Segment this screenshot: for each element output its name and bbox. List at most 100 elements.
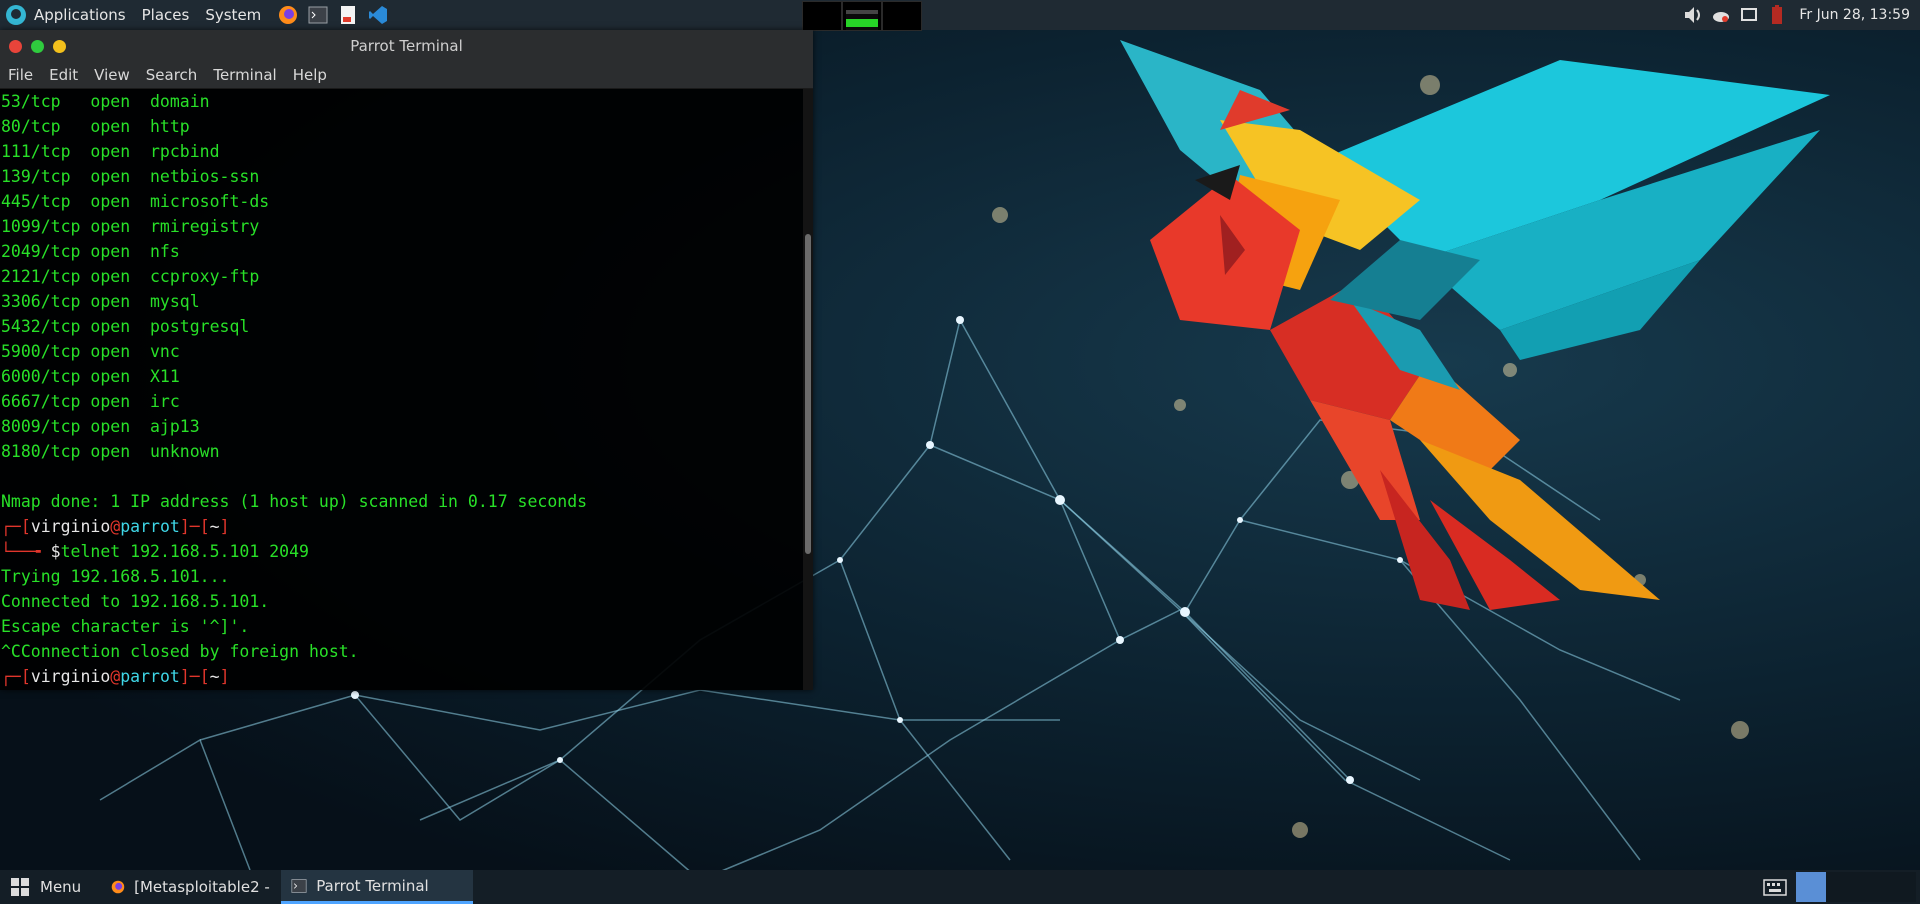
start-menu-button[interactable]: Menu bbox=[0, 870, 91, 904]
terminal-icon bbox=[308, 6, 328, 24]
vscode-launcher[interactable] bbox=[367, 4, 389, 26]
menu-edit[interactable]: Edit bbox=[41, 66, 86, 84]
text-editor-icon bbox=[341, 6, 356, 24]
window-title: Parrot Terminal bbox=[350, 37, 463, 55]
top-panel: Applications Places System Fr Jun 28, 13… bbox=[0, 0, 1920, 31]
prompt-user: virginio bbox=[30, 667, 111, 686]
port-state: open bbox=[90, 417, 131, 436]
menu-view[interactable]: View bbox=[86, 66, 138, 84]
terminal-window: Parrot Terminal File Edit View Search Te… bbox=[0, 30, 813, 690]
menu-file[interactable]: File bbox=[0, 66, 41, 84]
task-firefox[interactable]: [Metasploitable2 - Lin... bbox=[101, 870, 281, 904]
clock[interactable]: Fr Jun 28, 13:59 bbox=[1791, 7, 1920, 23]
terminal-output[interactable]: 53/tcp open domain 80/tcp open http 111/tcp ope… bbox=[0, 89, 803, 690]
text-editor-launcher[interactable] bbox=[337, 4, 359, 26]
terminal-icon bbox=[291, 878, 307, 893]
prompt-close: ] bbox=[219, 517, 230, 536]
workspace-pager-1[interactable] bbox=[1796, 872, 1826, 902]
port-number: 6000/tcp bbox=[1, 367, 81, 386]
port-service: vnc bbox=[149, 342, 180, 361]
port-state: open bbox=[90, 367, 131, 386]
port-service: ccproxy-ftp bbox=[149, 267, 260, 286]
output-line: Escape character is '^]'. bbox=[1, 617, 250, 636]
port-line: 8180/tcp open unknown bbox=[0, 439, 803, 464]
workspace-3[interactable] bbox=[882, 1, 922, 31]
port-number: 111/tcp bbox=[1, 142, 71, 161]
menu-search[interactable]: Search bbox=[138, 66, 206, 84]
workspace-1[interactable] bbox=[802, 1, 842, 31]
firefox-icon bbox=[279, 6, 298, 24]
workspace-2[interactable] bbox=[842, 1, 882, 31]
port-state: open bbox=[90, 92, 131, 111]
port-state: open bbox=[90, 342, 131, 361]
update-notifier-button[interactable] bbox=[1710, 4, 1732, 26]
places-menu[interactable]: Places bbox=[134, 0, 198, 30]
display-button[interactable] bbox=[1738, 4, 1760, 26]
bottom-taskbar: Menu [Metasploitable2 - Lin... Parrot Te… bbox=[0, 870, 1920, 904]
prompt-bottom-corner: └──╼ bbox=[1, 542, 51, 561]
output-line: Trying 192.168.5.101... bbox=[1, 567, 230, 586]
menu-terminal[interactable]: Terminal bbox=[205, 66, 284, 84]
port-service: http bbox=[149, 117, 190, 136]
prompt-line-1: ┌─[virginio@parrot]─[~] bbox=[0, 514, 803, 539]
close-window-button[interactable] bbox=[9, 39, 22, 53]
terminal-scrollbar[interactable] bbox=[803, 89, 813, 690]
minimize-window-button[interactable] bbox=[31, 39, 44, 53]
port-state: open bbox=[90, 142, 131, 161]
port-number: 2121/tcp bbox=[1, 267, 81, 286]
port-state: open bbox=[90, 442, 131, 461]
volume-icon bbox=[1685, 7, 1701, 23]
applications-menu-label: Applications bbox=[34, 6, 126, 24]
prompt-user: virginio bbox=[30, 517, 111, 536]
terminal-menubar: File Edit View Search Terminal Help bbox=[0, 62, 813, 89]
prompt-corner: ┌─[ bbox=[1, 517, 31, 536]
scrollbar-thumb[interactable] bbox=[805, 234, 811, 554]
workspace-pager-2[interactable] bbox=[1826, 872, 1856, 902]
firefox-icon bbox=[111, 880, 125, 894]
prompt-at: @ bbox=[110, 517, 121, 536]
workspace-2-terminal-preview bbox=[846, 19, 878, 27]
maximize-window-button[interactable] bbox=[53, 39, 66, 53]
port-line: 445/tcp open microsoft-ds bbox=[0, 189, 803, 214]
port-number: 5900/tcp bbox=[1, 342, 81, 361]
command-text: telnet 192.168.5.101 2049 bbox=[60, 542, 309, 561]
battery-button[interactable] bbox=[1766, 4, 1788, 26]
prompt-dir: ~ bbox=[209, 667, 220, 686]
port-service: rmiregistry bbox=[149, 217, 260, 236]
prompt-close: ] bbox=[219, 667, 230, 686]
prompt-at: @ bbox=[110, 667, 121, 686]
terminal-titlebar[interactable]: Parrot Terminal bbox=[0, 30, 813, 62]
command-line: └──╼ $telnet 192.168.5.101 2049 bbox=[0, 539, 803, 564]
port-state: open bbox=[90, 217, 131, 236]
port-number: 5432/tcp bbox=[1, 317, 81, 336]
port-line: 2049/tcp open nfs bbox=[0, 239, 803, 264]
prompt-dollar: $ bbox=[50, 542, 61, 561]
workspace-pager-3[interactable] bbox=[1856, 872, 1886, 902]
terminal-launcher[interactable] bbox=[307, 4, 329, 26]
system-tray: Fr Jun 28, 13:59 bbox=[1679, 0, 1920, 30]
port-service: ajp13 bbox=[149, 417, 200, 436]
task-label: Parrot Terminal bbox=[316, 876, 429, 895]
port-line: 2121/tcp open ccproxy-ftp bbox=[0, 264, 803, 289]
prompt-host: parrot bbox=[120, 667, 180, 686]
keyboard-indicator[interactable] bbox=[1760, 870, 1790, 904]
port-number: 8009/tcp bbox=[1, 417, 81, 436]
prompt-line-2: ┌─[virginio@parrot]─[~] bbox=[0, 664, 803, 689]
port-line: 1099/tcp open rmiregistry bbox=[0, 214, 803, 239]
port-number: 80/tcp bbox=[1, 117, 61, 136]
port-line: 8009/tcp open ajp13 bbox=[0, 414, 803, 439]
volume-button[interactable] bbox=[1682, 4, 1704, 26]
prompt-corner: ┌─[ bbox=[1, 667, 31, 686]
workspace-pager-4[interactable] bbox=[1886, 872, 1916, 902]
system-menu[interactable]: System bbox=[197, 0, 269, 30]
task-label: [Metasploitable2 - Lin... bbox=[134, 878, 271, 896]
applications-menu[interactable]: Applications bbox=[0, 0, 134, 30]
port-number: 2049/tcp bbox=[1, 242, 81, 261]
firefox-launcher[interactable] bbox=[277, 4, 299, 26]
prompt-host: parrot bbox=[120, 517, 180, 536]
port-line: 6000/tcp open X11 bbox=[0, 364, 803, 389]
task-parrot-terminal[interactable]: Parrot Terminal bbox=[281, 870, 474, 904]
menu-help[interactable]: Help bbox=[285, 66, 335, 84]
output-line: Connected to 192.168.5.101. bbox=[1, 592, 270, 611]
